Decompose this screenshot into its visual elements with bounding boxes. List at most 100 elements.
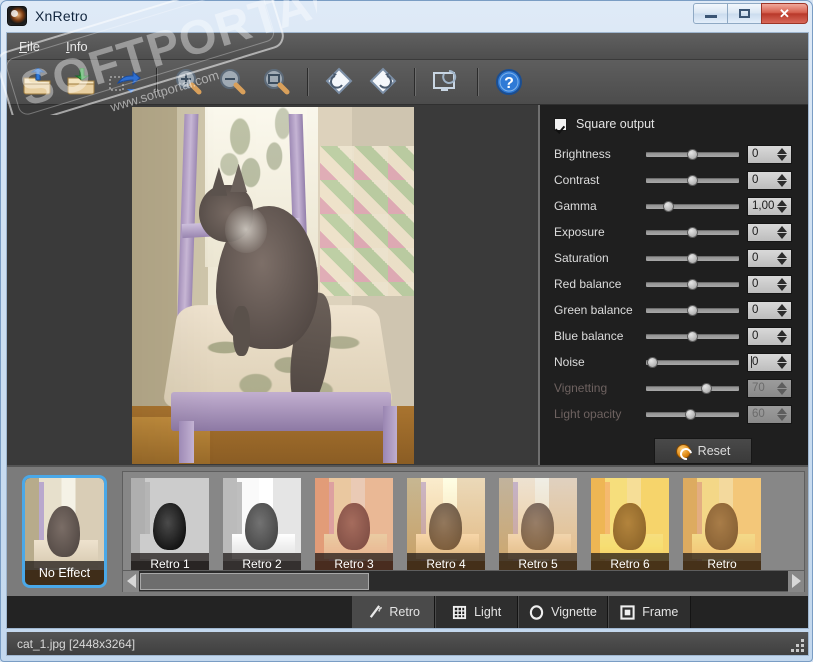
spinner-arrows-red-balance[interactable] — [777, 277, 787, 291]
save-file-button[interactable] — [61, 63, 101, 101]
slider-label-brightness: Brightness — [554, 147, 611, 161]
arrow-left-icon — [126, 574, 136, 588]
slider-green-balance[interactable] — [646, 302, 739, 318]
close-icon: ✕ — [779, 5, 790, 21]
slider-noise[interactable] — [646, 354, 739, 370]
spinner-saturation[interactable]: 0 — [747, 248, 792, 268]
effect-thumb-retro-4[interactable]: Retro 4 — [407, 478, 485, 570]
resize-grip[interactable] — [790, 638, 804, 652]
slider-label-vignetting: Vignetting — [554, 381, 608, 395]
slider-saturation[interactable] — [646, 250, 739, 266]
share-button[interactable] — [105, 63, 145, 101]
close-button[interactable]: ✕ — [761, 3, 808, 24]
slider-red-balance[interactable] — [646, 276, 739, 292]
effects-strip: No Effect Retro 1 Retro 2 Retro 3 Retro … — [7, 465, 808, 596]
spinner-arrows-contrast[interactable] — [777, 173, 787, 187]
menu-item-info[interactable]: Info — [66, 39, 88, 54]
scrollbar-track[interactable] — [139, 571, 788, 591]
tab-frame[interactable]: Frame — [607, 596, 691, 628]
effect-label: Retro 6 — [591, 553, 669, 570]
scroll-right-button[interactable] — [788, 570, 804, 592]
reset-view-button[interactable] — [426, 63, 466, 101]
minimize-icon — [704, 15, 717, 18]
spinner-red-balance[interactable]: 0 — [747, 274, 792, 294]
effect-label: No Effect — [25, 561, 104, 585]
slider-light-opacity[interactable] — [646, 406, 739, 422]
spinner-arrows-saturation[interactable] — [777, 251, 787, 265]
effect-label: Retro — [683, 553, 761, 570]
tab-vignette[interactable]: Vignette — [518, 596, 608, 628]
effect-thumb-retro-1[interactable]: Retro 1 — [131, 478, 209, 570]
slider-exposure[interactable] — [646, 224, 739, 240]
effect-thumb-no-effect[interactable]: No Effect — [22, 475, 107, 588]
magic-wand-icon — [370, 604, 383, 618]
tab-retro[interactable]: Retro — [352, 596, 436, 628]
square-output-checkbox[interactable] — [554, 117, 567, 131]
svg-text:?: ? — [504, 75, 514, 92]
slider-row-brightness: Brightness 0 — [554, 141, 794, 167]
ellipse-icon — [530, 604, 544, 620]
slider-row-contrast: Contrast 0 — [554, 167, 794, 193]
open-file-button[interactable] — [17, 63, 57, 101]
spinner-arrows-brightness[interactable] — [777, 147, 787, 161]
image-canvas[interactable] — [7, 105, 538, 465]
spinner-brightness[interactable]: 0 — [747, 144, 792, 164]
spinner-arrows-exposure[interactable] — [777, 225, 787, 239]
slider-list: Brightness 0 Contrast 0 Gamma 1,00 Expos… — [554, 141, 794, 427]
title-bar: XnRetro ✕ — [1, 1, 812, 31]
slider-label-blue-balance: Blue balance — [554, 329, 624, 343]
rotate-left-button[interactable] — [319, 63, 359, 101]
effect-thumb-retro-6[interactable]: Retro 6 — [591, 478, 669, 570]
zoom-out-button[interactable] — [212, 63, 252, 101]
spinner-contrast[interactable]: 0 — [747, 170, 792, 190]
spinner-noise[interactable]: 0 — [747, 352, 792, 372]
tab-label: Light — [474, 605, 502, 619]
adjustments-panel: Square output Brightness 0 Contrast 0 Ga… — [538, 105, 808, 465]
slider-row-noise: Noise 0 — [554, 349, 794, 375]
help-button[interactable]: ? — [489, 63, 529, 101]
tab-light[interactable]: Light — [435, 596, 519, 628]
spinner-exposure[interactable]: 0 — [747, 222, 792, 242]
menu-bar: File Info — [7, 33, 808, 60]
effect-thumb-retro-2[interactable]: Retro 2 — [223, 478, 301, 570]
slider-vignetting[interactable] — [646, 380, 739, 396]
window-controls: ✕ — [693, 3, 808, 24]
spinner-arrows-blue-balance[interactable] — [777, 329, 787, 343]
effect-thumb-retro-3[interactable]: Retro 3 — [315, 478, 393, 570]
client-area: File Info ? Square output Brightness 0 C… — [6, 32, 809, 629]
slider-brightness[interactable] — [646, 146, 739, 162]
minimize-button[interactable] — [693, 3, 728, 24]
spinner-green-balance[interactable]: 0 — [747, 300, 792, 320]
slider-contrast[interactable] — [646, 172, 739, 188]
spinner-blue-balance[interactable]: 0 — [747, 326, 792, 346]
effect-thumb-retro-7[interactable]: Retro — [683, 478, 761, 570]
slider-gamma[interactable] — [646, 198, 739, 214]
scrollbar-thumb[interactable] — [140, 572, 369, 590]
spinner-gamma[interactable]: 1,00 — [747, 196, 792, 216]
rotate-right-button[interactable] — [363, 63, 403, 101]
spinner-arrows-green-balance[interactable] — [777, 303, 787, 317]
slider-label-gamma: Gamma — [554, 199, 597, 213]
effect-label: Retro 2 — [223, 553, 301, 570]
square-output-row[interactable]: Square output — [554, 117, 794, 131]
slider-row-saturation: Saturation 0 — [554, 245, 794, 271]
slider-blue-balance[interactable] — [646, 328, 739, 344]
toolbar-separator-2 — [307, 68, 308, 96]
reset-button[interactable]: Reset — [654, 438, 752, 464]
spinner-vignetting: 70 — [747, 378, 792, 398]
zoom-fit-button[interactable] — [256, 63, 296, 101]
slider-row-green-balance: Green balance 0 — [554, 297, 794, 323]
reset-row: Reset — [554, 438, 794, 464]
maximize-button[interactable] — [727, 3, 762, 24]
spinner-arrows-gamma[interactable] — [777, 199, 787, 213]
spinner-arrows-noise[interactable] — [777, 355, 787, 369]
effect-label: Retro 1 — [131, 553, 209, 570]
effect-label: Retro 4 — [407, 553, 485, 570]
scroll-left-button[interactable] — [123, 570, 139, 592]
menu-item-file[interactable]: File — [19, 39, 40, 54]
effect-thumb-retro-5[interactable]: Retro 5 — [499, 478, 577, 570]
tab-label: Vignette — [551, 605, 597, 619]
slider-row-light-opacity: Light opacity 60 — [554, 401, 794, 427]
zoom-in-button[interactable] — [168, 63, 208, 101]
effects-horizontal-scrollbar[interactable] — [123, 570, 804, 592]
